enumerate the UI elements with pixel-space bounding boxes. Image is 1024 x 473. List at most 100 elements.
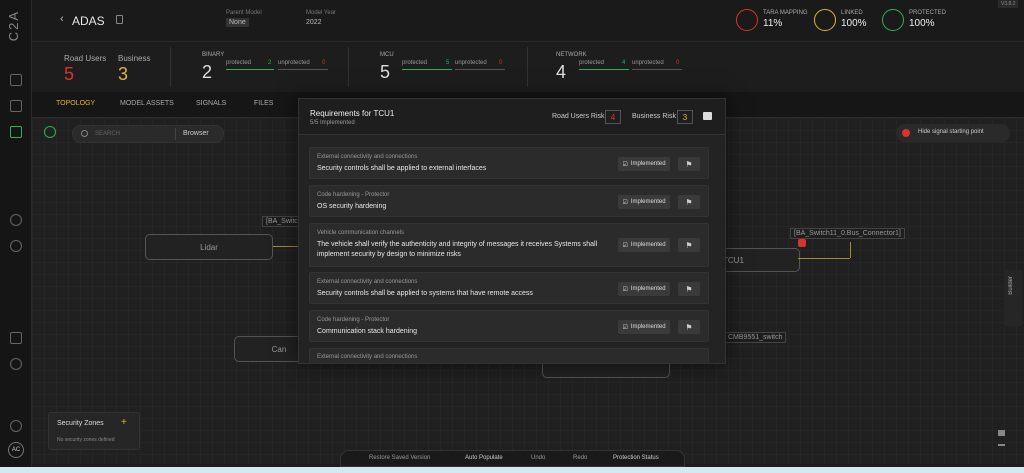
check-icon: ☑ <box>622 242 628 249</box>
user-avatar[interactable]: AC <box>8 442 24 458</box>
requirement-card: External connectivity and connections <box>309 348 709 363</box>
flag-button[interactable]: ⚑ <box>678 157 700 171</box>
grid-icon[interactable] <box>10 332 22 344</box>
security-zones-panel: Security Zones + No security zones defin… <box>48 412 140 450</box>
implemented-label: Implemented <box>630 286 666 292</box>
flag-button[interactable]: ⚑ <box>678 282 700 296</box>
implemented-label: Implemented <box>630 324 666 330</box>
stats-bar: Road Users 5 Business 3 BINARY 2 protect… <box>32 42 1024 92</box>
restore-version-button[interactable]: Restore Saved Version <box>369 455 430 461</box>
network-protected-count: 4 <box>622 60 626 66</box>
parent-model-value[interactable]: None <box>226 18 249 27</box>
requirement-card: Vehicle communication channels The vehic… <box>309 223 709 267</box>
binary-label: BINARY <box>202 52 225 58</box>
node-tcu1[interactable]: TCU1 <box>718 248 800 272</box>
check-status-icon[interactable] <box>44 126 56 138</box>
builder-label: Builder <box>1008 276 1014 295</box>
tab-signals[interactable]: SIGNALS <box>196 100 226 107</box>
gear-icon[interactable] <box>10 420 22 432</box>
browser-button[interactable]: Browser <box>183 130 209 137</box>
binary-value: 2 <box>202 62 213 82</box>
model-year-label: Model Year <box>306 10 337 16</box>
requirement-card: External connectivity and connections Se… <box>309 147 709 179</box>
connection-line <box>798 258 850 259</box>
trash-icon[interactable] <box>116 15 123 24</box>
network-unprotected-count: 0 <box>676 60 680 66</box>
left-sidebar: C2A AC <box>0 0 32 473</box>
protection-status-button[interactable]: Protection Status <box>613 455 659 461</box>
flag-icon: ⚑ <box>685 159 693 169</box>
redo-button[interactable]: Redo <box>573 455 587 461</box>
implemented-button[interactable]: ☑ Implemented <box>618 282 670 296</box>
connection-line <box>850 242 851 258</box>
signal-toggle-icon <box>902 129 910 137</box>
flag-button[interactable]: ⚑ <box>678 238 700 252</box>
requirement-text: OS security hardening <box>317 203 387 210</box>
refresh-icon[interactable] <box>10 214 22 226</box>
business-risk-value: 3 <box>677 110 693 124</box>
edge-label-bus-connector: [BA_Switch11_0.Bus_Connector1] <box>790 228 905 239</box>
top-header: ‹ ADAS Parent Model None Model Year 2022… <box>32 0 1024 42</box>
requirement-card: Code hardening - Protector Communication… <box>309 310 709 342</box>
app-logo: C2A <box>6 10 21 42</box>
binary-unprotected-label: unprotected <box>278 60 310 66</box>
road-users-risk-label: Road Users Risk <box>552 113 605 120</box>
zoom-out-icon[interactable] <box>998 444 1005 446</box>
protected-value: 100% <box>909 18 935 29</box>
auto-populate-button[interactable]: Auto Populate <box>465 455 503 461</box>
network-unprotected-bar <box>632 69 682 70</box>
model-year-value: 2022 <box>306 19 322 26</box>
shield-icon[interactable] <box>10 126 22 138</box>
project-title: ADAS <box>72 14 105 28</box>
mcu-label: MCU <box>380 52 394 58</box>
builder-panel-tab[interactable]: Builder <box>1004 270 1022 326</box>
back-chevron-icon[interactable]: ‹ <box>60 13 64 25</box>
parent-model-label: Parent Model <box>226 10 262 16</box>
dashboard-icon[interactable] <box>10 74 22 86</box>
zoom-in-icon[interactable] <box>998 430 1005 436</box>
implemented-label: Implemented <box>630 199 666 205</box>
implemented-button[interactable]: ☑ Implemented <box>618 157 670 171</box>
check-icon: ☑ <box>622 286 628 293</box>
requirement-category: External connectivity and connections <box>317 354 418 360</box>
network-value: 4 <box>556 62 567 82</box>
bottom-toolbar: Restore Saved Version Auto Populate Undo… <box>340 450 685 467</box>
modal-subtitle: 5/5 Implemented <box>310 120 355 126</box>
hide-signal-toggle[interactable]: Hide signal starting point <box>896 124 1010 142</box>
flag-button[interactable]: ⚑ <box>678 320 700 334</box>
binary-protected-label: protected <box>226 60 252 66</box>
mcu-value: 5 <box>380 62 391 82</box>
flag-icon: ⚑ <box>685 322 693 332</box>
mcu-unprotected-bar <box>455 69 505 70</box>
road-users-label: Road Users <box>64 54 107 63</box>
linked-ring <box>814 9 836 31</box>
protected-ring <box>882 9 904 31</box>
undo-button[interactable]: Undo <box>531 455 545 461</box>
modal-title: Requirements for TCU1 <box>310 109 395 118</box>
flag-button[interactable]: ⚑ <box>678 195 700 209</box>
flag-icon: ⚑ <box>685 240 693 250</box>
implemented-button[interactable]: ☑ Implemented <box>618 238 670 252</box>
node-lidar[interactable]: Lidar <box>145 234 273 260</box>
car-icon[interactable] <box>10 100 22 112</box>
settings-circle-icon[interactable] <box>10 240 22 252</box>
add-zone-button[interactable]: + <box>121 417 127 428</box>
requirements-modal: Requirements for TCU1 5/5 Implemented Ro… <box>298 98 726 364</box>
shield-alert-icon <box>798 239 806 247</box>
tab-model-assets[interactable]: MODEL ASSETS <box>120 100 174 107</box>
tara-mapping-label: TARA MAPPING <box>763 10 808 16</box>
tab-topology[interactable]: TOPOLOGY <box>56 100 95 107</box>
divider <box>175 128 176 140</box>
print-icon[interactable] <box>703 112 712 120</box>
implemented-button[interactable]: ☑ Implemented <box>618 195 670 209</box>
requirement-category: Vehicle communication channels <box>317 230 405 236</box>
implemented-button[interactable]: ☑ Implemented <box>618 320 670 334</box>
info-icon[interactable] <box>10 358 22 370</box>
implemented-label: Implemented <box>630 161 666 167</box>
mcu-protected-bar <box>402 69 452 70</box>
divider <box>527 47 528 87</box>
linked-value: 100% <box>841 18 867 29</box>
tab-files[interactable]: FILES <box>254 100 273 107</box>
binary-protected-count: 2 <box>268 60 272 66</box>
search-input[interactable]: SEARCH <box>95 131 120 137</box>
